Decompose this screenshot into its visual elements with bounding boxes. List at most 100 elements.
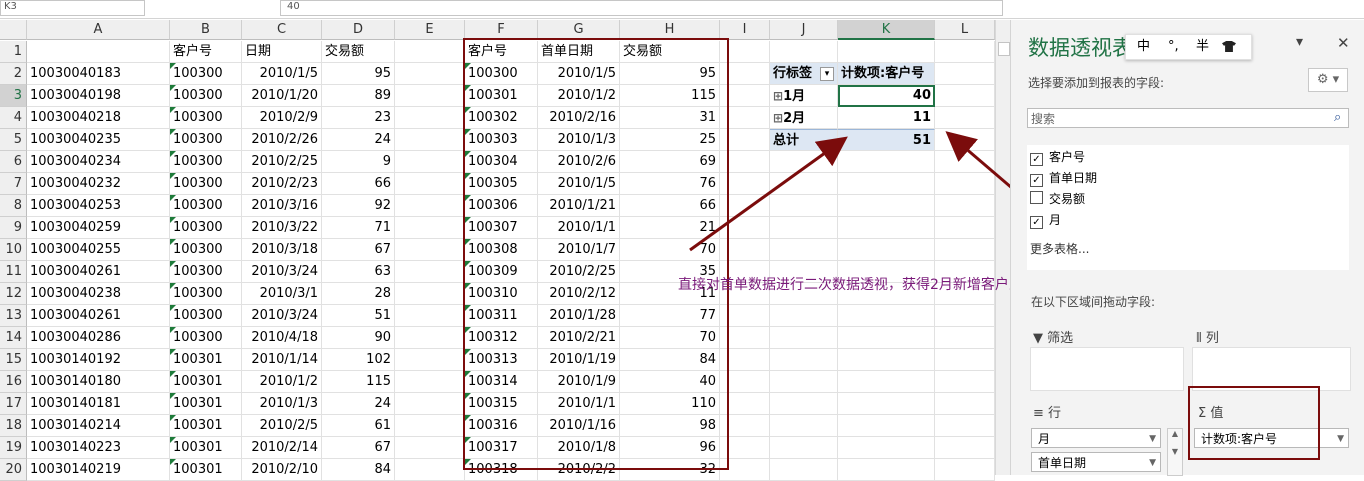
field-item-amount[interactable]: 交易额	[1030, 190, 1085, 208]
cell[interactable]	[770, 239, 838, 261]
cell[interactable]	[395, 327, 465, 349]
customer-id-cell[interactable]: 100300	[170, 261, 242, 283]
cell[interactable]	[395, 195, 465, 217]
date-cell[interactable]: 2010/4/18	[242, 327, 322, 349]
cell[interactable]	[770, 327, 838, 349]
row-chip-month[interactable]: 月 ▼	[1031, 428, 1161, 448]
customer-id-cell[interactable]: 100300	[170, 173, 242, 195]
cell[interactable]	[935, 393, 995, 415]
column-area[interactable]	[1192, 347, 1351, 391]
row-header[interactable]: 11	[0, 261, 27, 283]
cell[interactable]	[935, 437, 995, 459]
cell[interactable]	[395, 85, 465, 107]
column-header[interactable]: I	[720, 20, 770, 40]
vertical-scrollbar[interactable]	[995, 20, 1011, 475]
cell[interactable]	[770, 459, 838, 481]
order-id-cell[interactable]: 10030040286	[27, 327, 170, 349]
amount-cell[interactable]: 67	[322, 239, 395, 261]
amount-cell[interactable]: 63	[322, 261, 395, 283]
cell[interactable]	[838, 305, 935, 327]
amount-cell[interactable]: 9	[322, 151, 395, 173]
order-id-cell[interactable]: 10030040183	[27, 63, 170, 85]
cell[interactable]	[935, 371, 995, 393]
amount-cell[interactable]: 71	[322, 217, 395, 239]
row-header[interactable]: 6	[0, 151, 27, 173]
row-header[interactable]: 3	[0, 85, 27, 107]
cell[interactable]	[770, 305, 838, 327]
field-item-month[interactable]: ✓ 月	[1030, 211, 1061, 229]
date-cell[interactable]: 2010/3/1	[242, 283, 322, 305]
expand-icon[interactable]: ⊞	[773, 111, 783, 125]
order-id-cell[interactable]: 10030140180	[27, 371, 170, 393]
row-header[interactable]: 12	[0, 283, 27, 305]
pivot-row-label[interactable]: ⊞2月	[770, 107, 838, 129]
left-table-header[interactable]: 客户号	[170, 41, 242, 63]
amount-cell[interactable]: 95	[322, 63, 395, 85]
pivot-total-label[interactable]: 总计	[770, 129, 838, 151]
scrollbar-thumb[interactable]	[998, 42, 1010, 56]
cell[interactable]	[838, 195, 935, 217]
ime-toolbar[interactable]: 中 °, 半	[1125, 34, 1252, 60]
cell[interactable]	[935, 195, 995, 217]
date-cell[interactable]: 2010/2/14	[242, 437, 322, 459]
amount-cell[interactable]: 51	[322, 305, 395, 327]
row-header[interactable]: 7	[0, 173, 27, 195]
cell[interactable]	[395, 437, 465, 459]
order-id-cell[interactable]: 10030140214	[27, 415, 170, 437]
row-header[interactable]: 20	[0, 459, 27, 481]
cell[interactable]	[395, 129, 465, 151]
row-header[interactable]: 1	[0, 41, 27, 63]
order-id-cell[interactable]: 10030040235	[27, 129, 170, 151]
customer-id-cell[interactable]: 100301	[170, 393, 242, 415]
order-id-cell[interactable]: 10030040255	[27, 239, 170, 261]
cell[interactable]	[770, 371, 838, 393]
customer-id-cell[interactable]: 100300	[170, 151, 242, 173]
cell[interactable]	[770, 41, 838, 63]
amount-cell[interactable]: 92	[322, 195, 395, 217]
column-header[interactable]: A	[27, 20, 170, 40]
column-header[interactable]: J	[770, 20, 838, 40]
cell[interactable]	[838, 459, 935, 481]
order-id-cell[interactable]: 10030040259	[27, 217, 170, 239]
order-id-cell[interactable]: 10030140223	[27, 437, 170, 459]
cell[interactable]	[935, 41, 995, 63]
cell[interactable]	[935, 239, 995, 261]
close-icon[interactable]: ✕	[1337, 34, 1350, 52]
cell[interactable]	[770, 195, 838, 217]
date-cell[interactable]: 2010/3/16	[242, 195, 322, 217]
left-table-header[interactable]	[27, 41, 170, 63]
date-cell[interactable]: 2010/2/9	[242, 107, 322, 129]
checkbox-icon[interactable]: ✓	[1030, 153, 1043, 166]
customer-id-cell[interactable]: 100301	[170, 415, 242, 437]
order-id-cell[interactable]: 10030040261	[27, 305, 170, 327]
order-id-cell[interactable]: 10030140181	[27, 393, 170, 415]
row-header[interactable]: 15	[0, 349, 27, 371]
cell[interactable]	[395, 151, 465, 173]
order-id-cell[interactable]: 10030040234	[27, 151, 170, 173]
customer-id-cell[interactable]: 100300	[170, 239, 242, 261]
pivot-row-label[interactable]: ⊞1月	[770, 85, 838, 107]
cell[interactable]	[395, 217, 465, 239]
cell[interactable]	[935, 349, 995, 371]
row-header[interactable]: 13	[0, 305, 27, 327]
customer-id-cell[interactable]: 100301	[170, 459, 242, 481]
cell[interactable]	[395, 239, 465, 261]
cell[interactable]	[838, 173, 935, 195]
order-id-cell[interactable]: 10030040238	[27, 283, 170, 305]
row-chip-first-order-date[interactable]: 首单日期 ▼	[1031, 452, 1161, 472]
customer-id-cell[interactable]: 100301	[170, 437, 242, 459]
date-cell[interactable]: 2010/1/20	[242, 85, 322, 107]
cell[interactable]	[395, 107, 465, 129]
column-header[interactable]: K	[838, 20, 935, 40]
pivot-value-cell[interactable]: 11	[838, 107, 935, 129]
field-search-input[interactable]: 搜索	[1027, 108, 1349, 128]
date-cell[interactable]: 2010/1/14	[242, 349, 322, 371]
cell[interactable]	[770, 151, 838, 173]
row-header[interactable]: 16	[0, 371, 27, 393]
cell[interactable]	[935, 327, 995, 349]
customer-id-cell[interactable]: 100300	[170, 63, 242, 85]
shirt-icon[interactable]	[1222, 41, 1236, 52]
left-table-header[interactable]: 日期	[242, 41, 322, 63]
customer-id-cell[interactable]: 100300	[170, 305, 242, 327]
amount-cell[interactable]: 24	[322, 393, 395, 415]
